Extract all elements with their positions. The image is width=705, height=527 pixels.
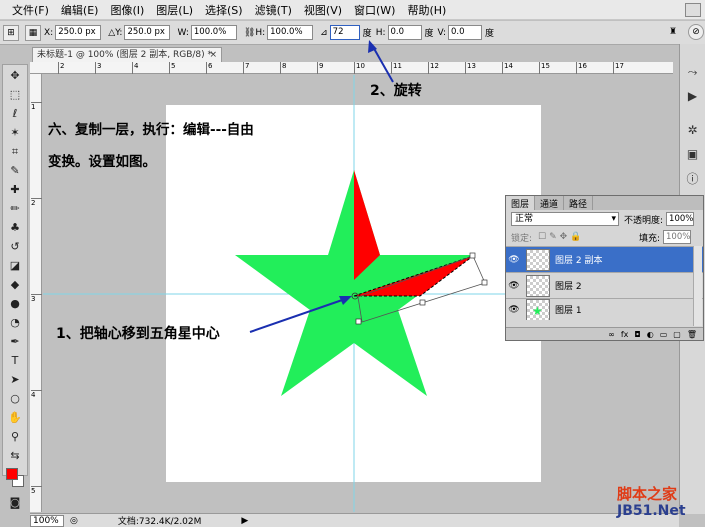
layers-panel: 图层 通道 路径 正常 不透明度: 100% 锁定: ☐✎✥🔒 填充: 100%… [505,195,704,341]
history-panel-icon[interactable]: ⤳ [683,62,703,82]
status-bar: 100% ◎ 文档:732.4K/2.02M ▶ [30,513,679,527]
adjustment-icon[interactable]: ◐ [647,330,654,339]
tab-paths[interactable]: 路径 [564,196,594,210]
eye-icon[interactable]: 👁 [506,281,522,291]
layers-scrollbar[interactable] [693,246,702,326]
tab-layers[interactable]: 图层 [506,196,536,210]
opacity-label: 不透明度: [624,215,664,226]
layer-name: 图层 2 [555,282,582,292]
layer-thumbnail: ★ [526,299,550,320]
group-icon[interactable]: ▭ [660,330,668,339]
fill-field[interactable]: 100% [663,230,691,244]
layer-thumbnail [526,248,550,271]
watermark-line2: JB51.Net [617,503,686,519]
layers-footer: ∞ fx ◘ ◐ ▭ ▢ 🗑 [506,327,703,340]
step-instruction-line1: 六、复制一层，执行：编辑---自由 [48,122,254,138]
fill-label: 填充: [638,233,660,244]
mask-icon[interactable]: ◘ [634,330,640,339]
watermark-line1: 脚本之家 [617,485,678,503]
tab-channels[interactable]: 通道 [535,196,565,210]
pivot-annotation: 1、把轴心移到五角星中心 [56,326,220,342]
transform-handle [419,299,426,306]
new-layer-icon[interactable]: ▢ [673,330,681,339]
opacity-field[interactable]: 100% [666,212,695,226]
info-panel-icon[interactable]: ⓘ [683,168,703,188]
eye-icon[interactable]: 👁 [506,305,522,315]
transform-handle [469,252,476,259]
status-arrow-icon[interactable]: ▶ [241,516,248,526]
document-info: 文档:732.4K/2.02M [117,517,202,527]
layer-name: 图层 2 副本 [555,256,603,266]
layer-thumbnail [526,274,550,297]
trash-icon[interactable]: 🗑 [687,330,697,339]
blend-mode-select[interactable]: 正常 [511,212,619,226]
layers-panel-tabs: 图层 通道 路径 [506,196,703,210]
rotate-arrow [371,44,394,83]
eye-icon[interactable]: 👁 [506,255,522,265]
lock-icons[interactable]: ☐✎✥🔒 [538,232,584,242]
zoom-field[interactable]: 100% [30,514,64,527]
transform-handle [355,318,362,325]
fx-icon[interactable]: fx [621,330,629,339]
rotate-annotation: 2、旋转 [370,83,422,99]
image-panel-icon[interactable]: ▣ [683,144,703,164]
step-instruction-line2: 变换。设置如图。 [48,154,156,170]
layer-name: 图层 1 [555,306,582,316]
layer-row[interactable]: 👁 ★ 图层 1 [506,298,703,320]
layer-row[interactable]: 👁 图层 2 [506,272,703,298]
actions-panel-icon[interactable]: ▶ [683,86,703,106]
layer-row[interactable]: 👁 图层 2 副本 [506,246,703,272]
status-menu-icon[interactable]: ◎ [70,516,78,526]
navigator-panel-icon[interactable]: ✲ [683,120,703,140]
link-layers-icon[interactable]: ∞ [608,330,615,339]
transform-handle [481,279,488,286]
lock-label: 锁定: [511,233,533,244]
